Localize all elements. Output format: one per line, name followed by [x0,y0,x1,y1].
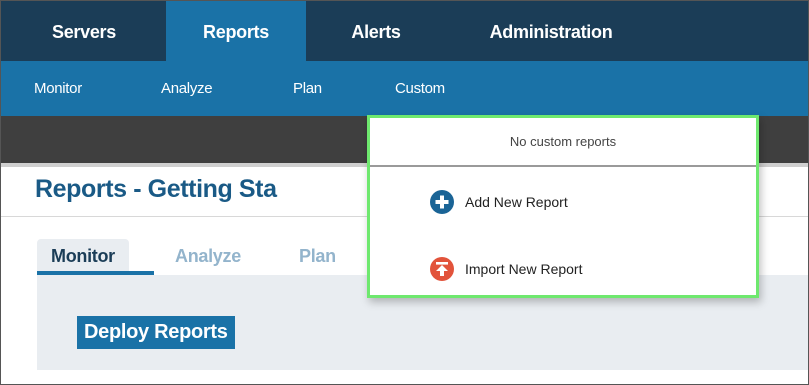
add-new-report-label: Add New Report [465,194,568,210]
subnav-plan[interactable]: Plan [293,61,322,116]
subnav-analyze[interactable]: Analyze [161,61,213,116]
import-circle-icon [429,256,455,282]
custom-reports-dropdown: No custom reports Add New Report Import … [367,115,759,298]
tab-alerts[interactable]: Alerts [326,1,426,61]
tab-administration[interactable]: Administration [446,1,656,61]
import-new-report-label: Import New Report [465,261,583,277]
sub-nav: Monitor Analyze Plan Custom [1,61,808,116]
app-window: Servers Reports Alerts Administration Mo… [0,0,809,385]
plus-circle-icon [429,189,455,215]
page-title: Reports - Getting Sta [35,175,277,203]
subnav-custom[interactable]: Custom [395,61,445,116]
content-tab-monitor[interactable]: Monitor [37,239,129,274]
tab-reports[interactable]: Reports [166,1,306,61]
import-new-report-menu-item[interactable]: Import New Report [370,249,756,289]
content-tab-plan[interactable]: Plan [299,239,336,274]
deploy-reports-button[interactable]: Deploy Reports [77,316,235,349]
add-new-report-menu-item[interactable]: Add New Report [370,182,756,222]
top-nav: Servers Reports Alerts Administration [1,1,808,61]
content-tab-analyze[interactable]: Analyze [175,239,241,274]
tab-servers[interactable]: Servers [29,1,139,61]
dropdown-header: No custom reports [370,118,756,167]
subnav-monitor[interactable]: Monitor [34,61,82,116]
